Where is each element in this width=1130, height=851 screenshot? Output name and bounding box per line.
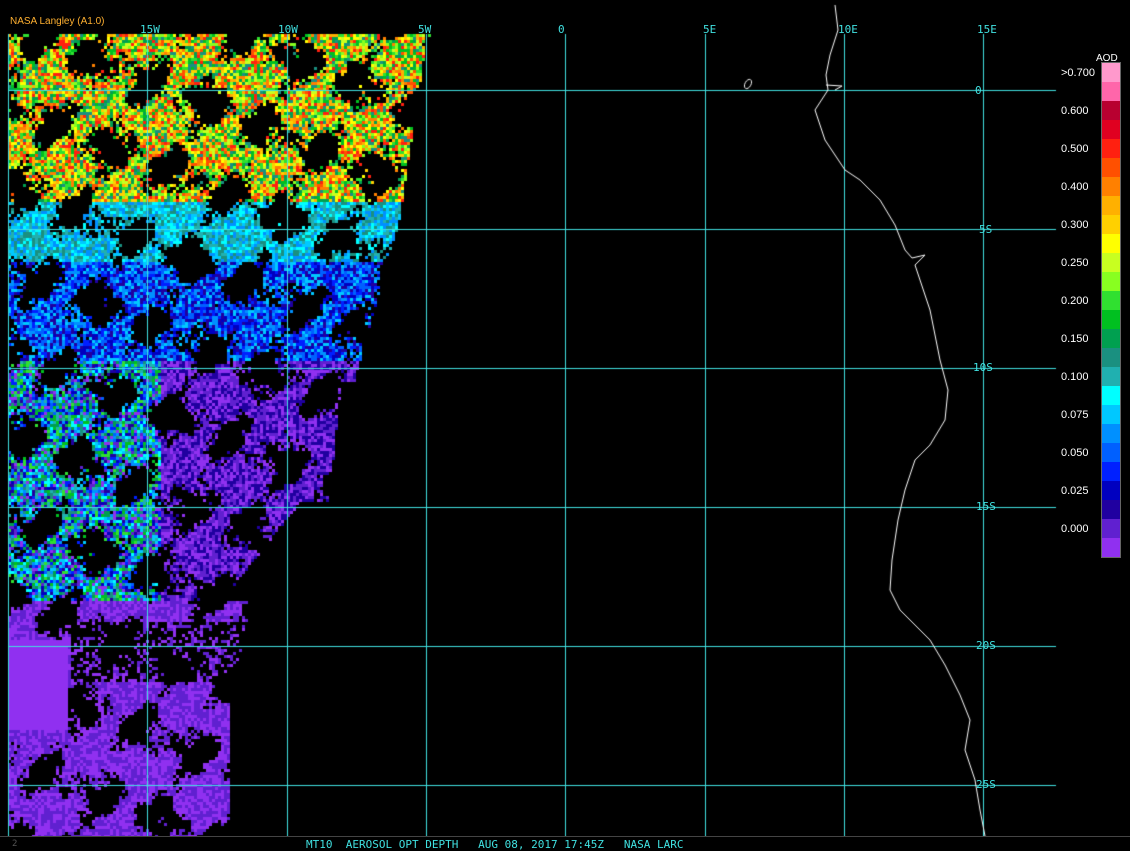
colorbar-swatch <box>1102 177 1120 196</box>
colorbar-label: 0.500 <box>1061 143 1089 155</box>
colorbar-swatch <box>1102 519 1120 538</box>
colorbar-swatch <box>1102 424 1120 443</box>
colorbar-label: 0.200 <box>1061 295 1089 307</box>
lat-label-25s: 25S <box>976 778 996 791</box>
colorbar-label: 0.000 <box>1061 523 1089 535</box>
lat-label-10s: 10S <box>973 361 993 374</box>
colorbar-swatch <box>1102 196 1120 215</box>
colorbar-swatch <box>1102 367 1120 386</box>
colorbar-swatch <box>1102 272 1120 291</box>
colorbar-label: 0.400 <box>1061 181 1089 193</box>
colorbar-swatch <box>1102 82 1120 101</box>
lon-label-5e: 5E <box>703 23 717 36</box>
colorbar-label: 0.075 <box>1061 409 1089 421</box>
colorbar-swatch <box>1102 120 1120 139</box>
colorbar-label: 0.050 <box>1061 447 1089 459</box>
aod-colorbar <box>1101 62 1121 558</box>
colorbar-label: >0.700 <box>1061 67 1095 79</box>
colorbar-swatch <box>1102 348 1120 367</box>
colorbar-label: 0.250 <box>1061 257 1089 269</box>
status-text: MT10 AEROSOL OPT DEPTH AUG 08, 2017 17:4… <box>306 838 684 851</box>
lat-label-5s: 5S <box>979 223 993 236</box>
lat-label-20s: 20S <box>976 639 996 652</box>
colorbar-swatch <box>1102 481 1120 500</box>
colorbar-swatch <box>1102 500 1120 519</box>
colorbar-swatch <box>1102 462 1120 481</box>
lon-label-15e: 15E <box>977 23 997 36</box>
lon-label-15w: 15W <box>140 23 160 36</box>
lon-label-10e: 10E <box>838 23 858 36</box>
colorbar-swatch <box>1102 291 1120 310</box>
credit-label: NASA Langley (A1.0) <box>10 16 105 27</box>
colorbar-label: 0.300 <box>1061 219 1089 231</box>
lat-label-15s: 15S <box>976 500 996 513</box>
colorbar-label: 0.600 <box>1061 105 1089 117</box>
colorbar-label: 0.025 <box>1061 485 1089 497</box>
colorbar-swatch <box>1102 139 1120 158</box>
colorbar-swatch <box>1102 253 1120 272</box>
lon-label-10w: 10W <box>278 23 298 36</box>
colorbar-swatch <box>1102 329 1120 348</box>
colorbar-swatch <box>1102 158 1120 177</box>
lon-label-5w: 5W <box>418 23 432 36</box>
colorbar-swatch <box>1102 443 1120 462</box>
colorbar-swatch <box>1102 215 1120 234</box>
colorbar-swatch <box>1102 63 1120 82</box>
colorbar-swatch <box>1102 101 1120 120</box>
colorbar-label: 0.150 <box>1061 333 1089 345</box>
colorbar-swatch <box>1102 310 1120 329</box>
colorbar-label: 0.100 <box>1061 371 1089 383</box>
colorbar-swatch <box>1102 405 1120 424</box>
colorbar-swatch <box>1102 386 1120 405</box>
lat-label-0: 0 <box>975 84 982 97</box>
lon-label-0: 0 <box>558 23 565 36</box>
colorbar-swatch <box>1102 538 1120 557</box>
aod-map <box>0 0 1130 836</box>
status-bar: 2 MT10 AEROSOL OPT DEPTH AUG 08, 2017 17… <box>0 836 1130 851</box>
status-index: 2 <box>12 839 18 849</box>
colorbar-swatch <box>1102 234 1120 253</box>
